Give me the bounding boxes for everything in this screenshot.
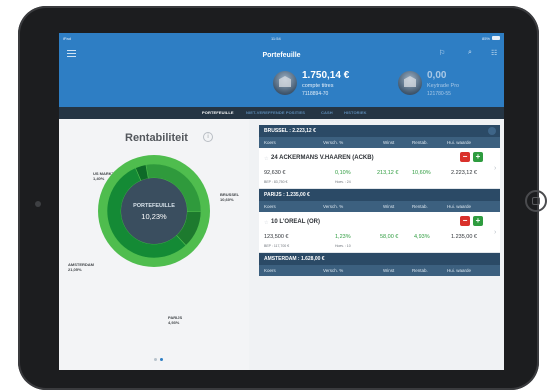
- home-button[interactable]: [525, 190, 547, 212]
- battery-icon: [492, 36, 500, 40]
- page-indicator[interactable]: [154, 348, 166, 366]
- versch: 1,23%: [335, 234, 351, 240]
- column-header: Koers Versch. % Winst Rentab. Hui. waard…: [259, 201, 500, 212]
- versch: 0,10%: [335, 170, 351, 176]
- list-icon[interactable]: ☷: [491, 49, 497, 57]
- donut-center-value: 10,23%: [141, 212, 167, 221]
- section-title[interactable]: AMSTERDAM : 1.628,00 €: [259, 253, 500, 265]
- section-brussel: BRUSSEL : 2.223,12 € Koers Versch. % Win…: [259, 125, 500, 189]
- status-bar: iPad 11:54 85%: [59, 33, 504, 43]
- section-parijs: PARIJS : 1.235,00 € Koers Versch. % Wins…: [259, 189, 500, 253]
- tab-niet-vereffende-posities[interactable]: NIET-VEREFFENDE POSITIES: [246, 110, 305, 115]
- page-title: Portefeuille: [262, 52, 301, 59]
- position-name: 24 ACKERMANS V.HAAREN (ACKB): [271, 155, 374, 161]
- section-title[interactable]: PARIJS : 1.235,00 €: [259, 189, 500, 201]
- account-avatar: [398, 71, 422, 95]
- hoeveelheid: Hoev. : 10: [335, 244, 351, 248]
- position-row[interactable]: ☆ 24 ACKERMANS V.HAAREN (ACKB) − + 92,63…: [259, 148, 500, 189]
- collapse-icon: [488, 127, 496, 135]
- rentabiliteit-donut[interactable]: PORTEFEUILLE 10,23%: [96, 153, 212, 269]
- sell-button[interactable]: −: [460, 216, 470, 226]
- section-title[interactable]: BRUSSEL : 2.223,12 €: [259, 125, 500, 137]
- bep: BEP : 83,750 €: [264, 180, 288, 184]
- koers: 123,500 €: [264, 234, 289, 240]
- waarde: 1.235,00 €: [451, 234, 477, 240]
- waarde: 2.223,12 €: [451, 170, 477, 176]
- donut-center: [121, 178, 187, 244]
- chevron-right-icon[interactable]: ›: [494, 165, 496, 172]
- winst: 58,00 €: [380, 234, 399, 240]
- account-number: 7118894-70: [302, 91, 329, 97]
- koers: 92,630 €: [264, 170, 286, 176]
- donut-center-label: PORTEFEUILLE: [133, 203, 175, 209]
- search-icon[interactable]: ⌕: [468, 49, 472, 57]
- bep: BEP : 117,700 €: [264, 244, 290, 248]
- tab-bar: PORTEFEUILLE NIET-VEREFFENDE POSITIES CA…: [59, 107, 504, 119]
- rentabiliteit-panel: Rentabiliteit i US MARKTEN 1,40% BRUSSEL 1…: [59, 119, 249, 370]
- battery-percent: 85%: [481, 36, 490, 41]
- position-name: 10 L'OREAL (OR): [271, 219, 320, 225]
- tab-historiek[interactable]: HISTORIEK: [344, 110, 367, 115]
- app-header: iPad 11:54 85% Portefeuille ⚐ ⌕ ☷ 1.750,…: [59, 33, 504, 107]
- flag-icon[interactable]: ⚐: [439, 49, 445, 57]
- rentab: 10,60%: [412, 170, 431, 176]
- account-avatar: [273, 71, 297, 95]
- favorite-icon[interactable]: ☆: [264, 156, 268, 162]
- column-header: Koers Versch. % Winst Rentab. Hui. waard…: [259, 265, 500, 276]
- account-name: compte titres: [302, 83, 334, 89]
- carrier: iPad: [63, 36, 72, 41]
- tab-cash[interactable]: CASH: [321, 110, 333, 115]
- screen: iPad 11:54 85% Portefeuille ⚐ ⌕ ☷ 1.750,…: [59, 33, 504, 370]
- column-header: Koers Versch. % Winst Rentab. Hui. waard…: [259, 137, 500, 148]
- camera: [35, 201, 41, 207]
- account-name: Keytrade Pro: [427, 83, 460, 89]
- clock: 11:54: [271, 36, 281, 41]
- chevron-right-icon[interactable]: ›: [494, 229, 496, 236]
- label-brussel: BRUSSEL 10,60%: [220, 192, 240, 202]
- rentab: 4,93%: [414, 234, 430, 240]
- sell-button[interactable]: −: [460, 152, 470, 162]
- label-amsterdam: AMSTERDAM 21,05%: [68, 262, 94, 272]
- section-amsterdam: AMSTERDAM : 1.628,00 € Koers Versch. % W…: [259, 253, 500, 276]
- hoeveelheid: Hoev. : 24: [335, 180, 351, 184]
- account-amount: 0,00: [427, 70, 447, 81]
- buy-button[interactable]: +: [473, 216, 483, 226]
- position-row[interactable]: ☆ 10 L'OREAL (OR) − + 123,500 € 1,23% 58…: [259, 212, 500, 253]
- tab-portefeuille[interactable]: PORTEFEUILLE: [202, 110, 234, 115]
- label-parijs: PARIJS 4,93%: [168, 315, 183, 325]
- buy-button[interactable]: +: [473, 152, 483, 162]
- favorite-icon[interactable]: ☆: [264, 220, 268, 226]
- account-amount: 1.750,14 €: [302, 70, 350, 81]
- info-icon[interactable]: i: [203, 132, 213, 142]
- account-number: 121780-55: [427, 91, 451, 97]
- rentabiliteit-title: Rentabiliteit: [125, 132, 188, 144]
- winst: 213,12 €: [377, 170, 399, 176]
